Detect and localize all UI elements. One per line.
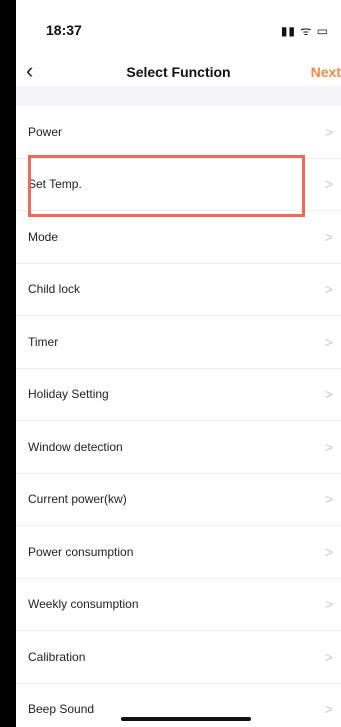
list-item-label: Weekly consumption (28, 597, 139, 612)
list-item-label: Current power(kw) (28, 492, 127, 507)
chevron-right-icon: > (324, 701, 333, 718)
list-item-label: Calibration (28, 649, 86, 664)
chevron-right-icon: > (324, 438, 333, 455)
home-indicator (121, 717, 251, 721)
status-time: 18:37 (46, 22, 82, 38)
chevron-right-icon: > (324, 123, 333, 140)
list-item-current-power[interactable]: Current power(kw) > (16, 474, 341, 526)
chevron-right-icon: > (324, 281, 333, 298)
list-item-label: Timer (28, 334, 59, 349)
list-item-mode[interactable]: Mode > (16, 211, 341, 264)
nav-bar: ‹ Select Function Next (16, 58, 341, 86)
chevron-right-icon: > (324, 491, 333, 508)
list-item-label: Child lock (28, 282, 81, 297)
chevron-right-icon: > (324, 543, 333, 560)
chevron-right-icon: > (324, 596, 333, 613)
next-button[interactable]: Next (311, 64, 341, 80)
chevron-right-icon: > (324, 176, 333, 193)
list-item-label: Mode (28, 229, 59, 244)
list-item-calibration[interactable]: Calibration > (16, 631, 341, 684)
list-item-child-lock[interactable]: Child lock > (16, 264, 341, 316)
list-item-label: Power (28, 124, 63, 139)
list-item-label: Power consumption (28, 544, 134, 559)
list-item-holiday-setting[interactable]: Holiday Setting > (16, 369, 341, 421)
chevron-right-icon: > (324, 228, 333, 245)
chevron-right-icon: > (324, 386, 333, 403)
list-item-window-detection[interactable]: Window detection > (16, 421, 341, 474)
list-item-label: Beep Sound (28, 702, 95, 717)
list-item-weekly-consumption[interactable]: Weekly consumption > (16, 579, 341, 631)
phone-screen: 18:37 ▮▮ ᯤ ▭ ‹ Select Function Next Powe… (16, 0, 341, 727)
list-item-label: Holiday Setting (28, 387, 109, 402)
chevron-right-icon: > (324, 333, 333, 350)
list-item-label: Set Temp. (28, 177, 82, 192)
page-title: Select Function (126, 64, 231, 80)
list-item-timer[interactable]: Timer > (16, 316, 341, 369)
list-item-set-temp[interactable]: Set Temp. > (16, 159, 341, 211)
chevron-right-icon: > (324, 648, 333, 665)
function-list: Power > Set Temp. > Mode > Child lock > … (16, 106, 341, 727)
list-item-power-consumption[interactable]: Power consumption > (16, 526, 341, 579)
list-item-power[interactable]: Power > (16, 106, 341, 159)
status-bar: 18:37 ▮▮ ᯤ ▭ (16, 0, 341, 58)
list-item-label: Window detection (28, 439, 123, 454)
status-icons: ▮▮ ᯤ ▭ (280, 24, 329, 38)
